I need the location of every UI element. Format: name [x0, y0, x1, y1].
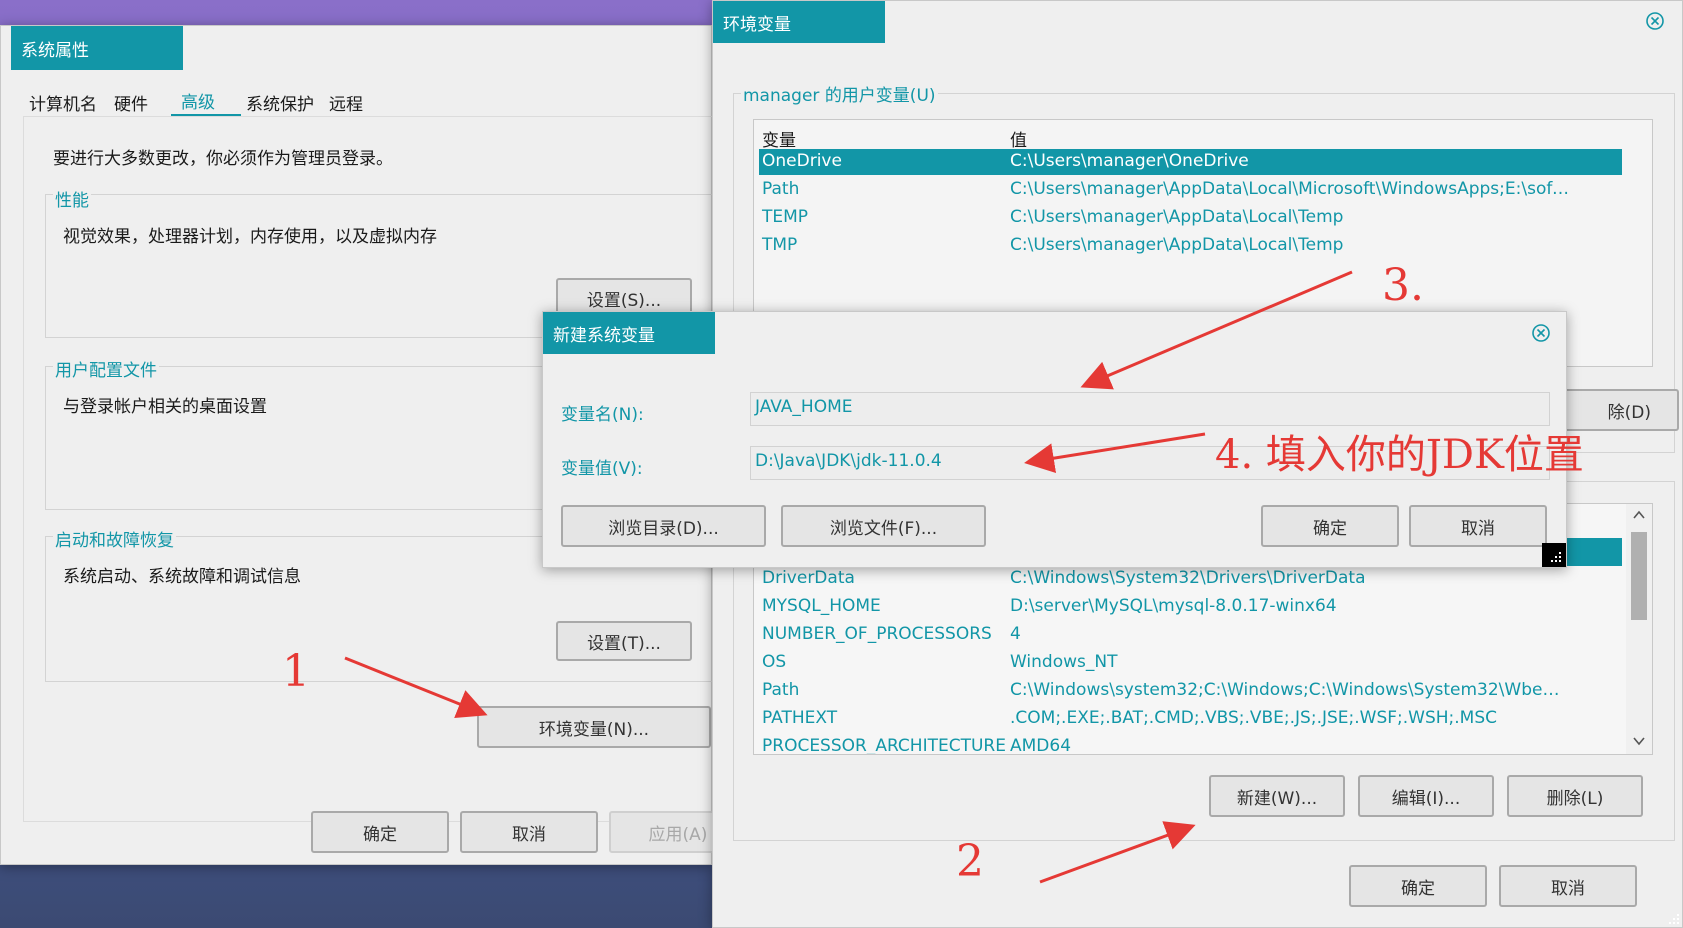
delete-variable-button[interactable]: 删除(L)	[1507, 775, 1643, 817]
new-variable-button[interactable]: 新建(W)...	[1209, 775, 1345, 817]
annotation-step-4: 4. 填入你的JDK位置	[1215, 432, 1584, 478]
user-profile-label: 用户配置文件	[53, 356, 159, 381]
scrollbar-thumb[interactable]	[1631, 532, 1647, 620]
close-icon[interactable]	[1531, 323, 1551, 343]
annotation-step-3: 3.	[1382, 260, 1424, 311]
close-icon[interactable]	[1645, 11, 1665, 31]
browse-file-button[interactable]: 浏览文件(F)...	[781, 505, 986, 547]
cancel-button[interactable]: 取消	[460, 811, 598, 853]
variable-name: OS	[762, 652, 787, 672]
variable-name: TEMP	[762, 207, 809, 227]
variable-name: OneDrive	[762, 151, 842, 171]
variable-name-label: 变量名(N):	[561, 405, 644, 425]
table-row[interactable]: OneDrive C:\Users\manager\OneDrive	[759, 149, 1622, 175]
cancel-button[interactable]: 取消	[1499, 865, 1637, 907]
column-header-variable[interactable]: 变量	[762, 126, 796, 151]
table-row[interactable]: PATHEXT .COM;.EXE;.BAT;.CMD;.VBS;.VBE;.J…	[759, 706, 1622, 732]
environment-variables-button[interactable]: 环境变量(N)...	[477, 706, 711, 748]
scrollbar[interactable]	[1626, 504, 1652, 754]
variable-name: PROCESSOR_ARCHITECTURE	[762, 736, 1006, 755]
variable-value: D:\server\MySQL\mysql-8.0.17-winx64	[1010, 596, 1337, 616]
resize-grip-icon	[1551, 552, 1561, 562]
table-row[interactable]: NUMBER_OF_PROCESSORS 4	[759, 622, 1622, 648]
variable-value: .COM;.EXE;.BAT;.CMD;.VBS;.VBE;.JS;.JSE;.…	[1010, 708, 1498, 728]
variable-name: PATHEXT	[762, 708, 838, 728]
table-row[interactable]: TMP C:\Users\manager\AppData\Local\Temp	[759, 233, 1622, 259]
resize-grip-icon[interactable]	[1668, 913, 1680, 925]
table-row[interactable]: Path C:\Users\manager\AppData\Local\Micr…	[759, 177, 1622, 203]
tab-hardware[interactable]: 硬件	[114, 90, 148, 115]
chevron-down-icon[interactable]	[1633, 736, 1645, 746]
variable-value: C:\Windows\system32;C:\Windows;C:\Window…	[1010, 680, 1570, 700]
tab-system-protection[interactable]: 系统保护	[246, 90, 314, 115]
resize-grip[interactable]	[1542, 543, 1566, 567]
table-row[interactable]: PROCESSOR_ARCHITECTURE AMD64	[759, 734, 1622, 755]
variable-name: DriverData	[762, 568, 855, 588]
variable-value: C:\Users\manager\AppData\Local\Temp	[1010, 207, 1344, 227]
ok-button[interactable]: 确定	[1349, 865, 1487, 907]
window-title: 系统属性	[11, 26, 183, 70]
variable-name-field[interactable]: JAVA_HOME	[750, 392, 1550, 426]
cancel-button[interactable]: 取消	[1409, 505, 1547, 547]
variable-value: Windows_NT	[1010, 652, 1118, 672]
tab-remote[interactable]: 远程	[329, 90, 363, 115]
variable-name: Path	[762, 179, 800, 199]
variable-name: TMP	[762, 235, 798, 255]
table-row[interactable]: OS Windows_NT	[759, 650, 1622, 676]
column-header-value[interactable]: 值	[1010, 126, 1027, 151]
user-variables-label: manager 的用户变量(U)	[741, 81, 938, 106]
variable-name: MYSQL_HOME	[762, 596, 881, 616]
tab-computer-name[interactable]: 计算机名	[29, 90, 97, 115]
browse-directory-button[interactable]: 浏览目录(D)...	[561, 505, 766, 547]
user-profile-desc: 与登录帐户相关的桌面设置	[63, 397, 267, 417]
admin-note: 要进行大多数更改，你必须作为管理员登录。	[53, 149, 393, 169]
variable-value: C:\Windows\System32\Drivers\DriverData	[1010, 568, 1366, 588]
annotation-step-2: 2	[956, 836, 984, 887]
variable-value: AMD64	[1010, 736, 1072, 755]
table-row[interactable]: Path C:\Windows\system32;C:\Windows;C:\W…	[759, 678, 1622, 704]
performance-desc: 视觉效果，处理器计划，内存使用，以及虚拟内存	[63, 227, 437, 247]
edit-variable-button[interactable]: 编辑(I)...	[1358, 775, 1494, 817]
variable-value: 4	[1010, 624, 1021, 644]
startup-settings-button[interactable]: 设置(T)...	[556, 621, 692, 661]
variable-name: NUMBER_OF_PROCESSORS	[762, 624, 992, 644]
variable-value: C:\Users\manager\AppData\Local\Microsoft…	[1010, 179, 1570, 199]
startup-recovery-label: 启动和故障恢复	[53, 526, 176, 551]
table-row[interactable]: MYSQL_HOME D:\server\MySQL\mysql-8.0.17-…	[759, 594, 1622, 620]
dialog-title: 新建系统变量	[543, 312, 715, 354]
variable-value-label: 变量值(V):	[561, 459, 643, 479]
user-delete-label: 除(D)	[1607, 402, 1651, 423]
ok-button[interactable]: 确定	[1261, 505, 1399, 547]
ok-button[interactable]: 确定	[311, 811, 449, 853]
startup-recovery-desc: 系统启动、系统故障和调试信息	[63, 567, 301, 587]
tab-advanced[interactable]: 高级	[181, 88, 215, 113]
variable-value: C:\Users\manager\AppData\Local\Temp	[1010, 235, 1344, 255]
variable-value: C:\Users\manager\OneDrive	[1010, 151, 1249, 171]
window-title: 环境变量	[713, 1, 885, 43]
table-row[interactable]: TEMP C:\Users\manager\AppData\Local\Temp	[759, 205, 1622, 231]
annotation-step-1: 1	[282, 646, 310, 697]
table-row[interactable]: DriverData C:\Windows\System32\Drivers\D…	[759, 566, 1622, 592]
variable-name: Path	[762, 680, 800, 700]
chevron-up-icon[interactable]	[1633, 510, 1645, 520]
performance-label: 性能	[53, 186, 91, 211]
